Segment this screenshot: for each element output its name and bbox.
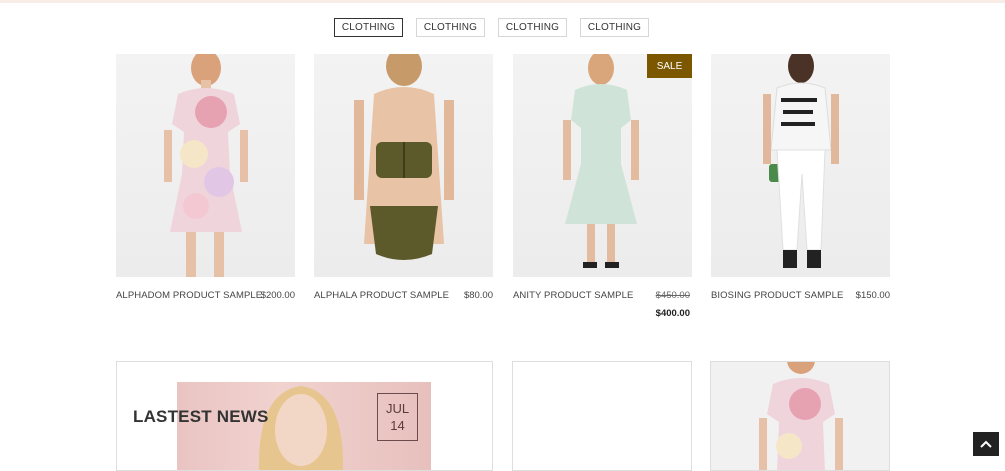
product-info: BIOSING PRODUCT SAMPLE $150.00 <box>711 290 890 326</box>
sale-badge: SALE <box>647 54 692 78</box>
tab-clothing-2[interactable]: CLOTHING <box>416 18 485 37</box>
news-section-title: LASTEST NEWS <box>133 407 269 426</box>
news-date-badge: JUL 14 <box>377 393 418 441</box>
product-name[interactable]: ALPHALA PRODUCT SAMPLE <box>314 290 449 301</box>
product-image-lace-dress[interactable]: SALE <box>513 54 692 277</box>
latest-news-card[interactable]: LASTEST NEWS JUL 14 <box>116 361 493 471</box>
news-date-month: JUL <box>385 401 410 416</box>
product-image-floral-dress[interactable] <box>116 54 295 277</box>
product-name[interactable]: ANITY PRODUCT SAMPLE <box>513 290 633 301</box>
tab-clothing-4[interactable]: CLOTHING <box>580 18 649 37</box>
top-border-strip <box>0 0 1005 3</box>
product-old-price: $450.00 <box>655 290 690 301</box>
back-to-top-button[interactable] <box>973 432 999 456</box>
category-tabs: CLOTHING CLOTHING CLOTHING CLOTHING <box>334 18 649 37</box>
tab-clothing-3[interactable]: CLOTHING <box>498 18 567 37</box>
empty-card <box>512 361 692 471</box>
product-card-alphala[interactable]: ALPHALA PRODUCT SAMPLE $80.00 <box>314 54 493 326</box>
product-sale-price: $400.00 <box>655 308 690 319</box>
product-card-anity[interactable]: SALE ANITY PRODUCT SAMPLE $450.00 $400.0… <box>513 54 692 326</box>
product-price: $200.00 <box>260 290 295 301</box>
product-price: $150.00 <box>855 290 890 301</box>
product-info: ALPHADOM PRODUCT SAMPLE $200.00 <box>116 290 295 326</box>
product-image-bikini[interactable] <box>314 54 493 277</box>
product-card-floral-dress-preview[interactable] <box>710 361 890 471</box>
product-price: $80.00 <box>463 290 493 301</box>
product-image-tshirt-outfit[interactable] <box>711 54 890 277</box>
product-card-alphadom[interactable]: ALPHADOM PRODUCT SAMPLE $200.00 <box>116 54 295 326</box>
product-info: ANITY PRODUCT SAMPLE $450.00 $400.00 <box>513 290 692 326</box>
news-date-day: 14 <box>390 418 405 433</box>
product-info: ALPHALA PRODUCT SAMPLE $80.00 <box>314 290 493 326</box>
chevron-up-icon <box>980 440 992 448</box>
product-name[interactable]: ALPHADOM PRODUCT SAMPLE <box>116 290 262 301</box>
product-card-biosing[interactable]: BIOSING PRODUCT SAMPLE $150.00 <box>711 54 890 326</box>
tab-clothing-1[interactable]: CLOTHING <box>334 18 403 37</box>
product-name[interactable]: BIOSING PRODUCT SAMPLE <box>711 290 843 301</box>
